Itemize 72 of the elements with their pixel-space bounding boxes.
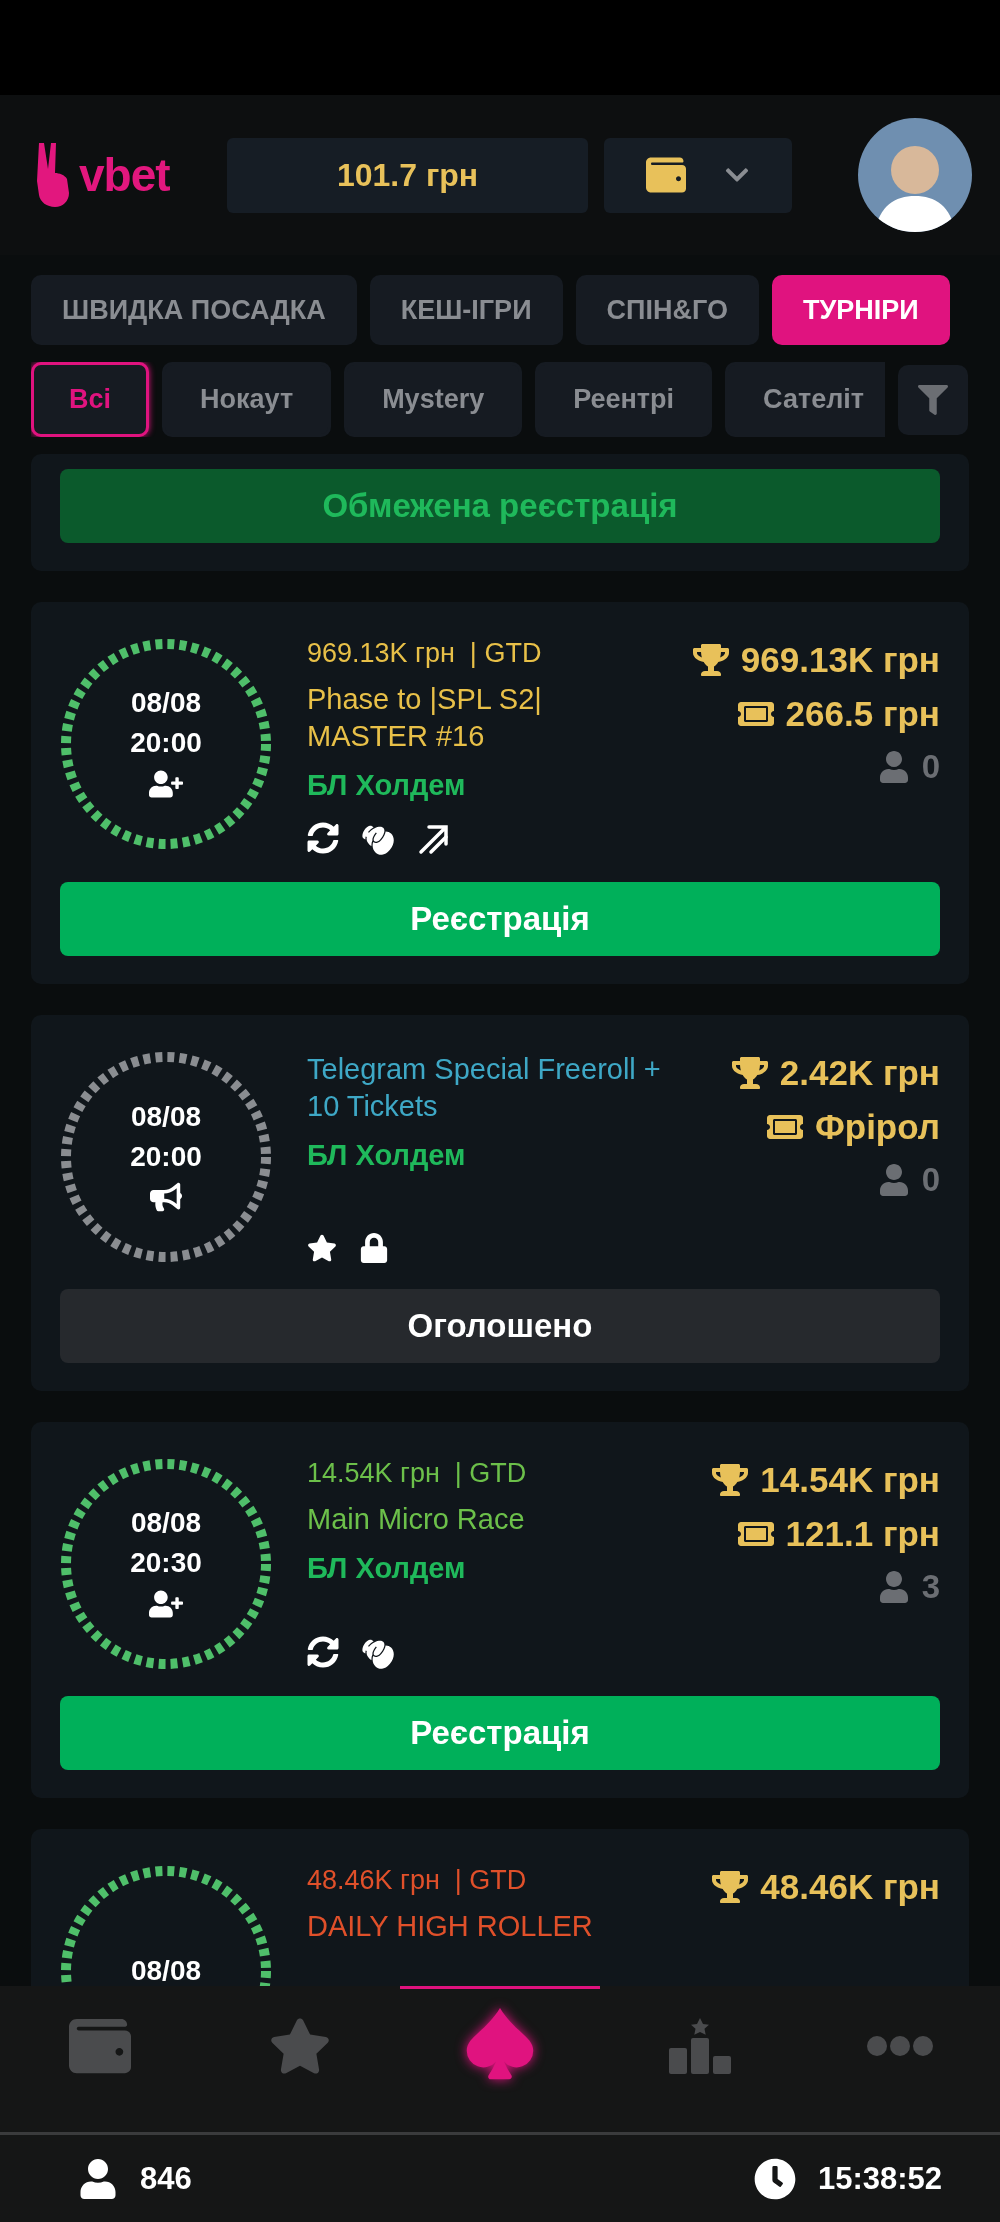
lock-icon bbox=[359, 1233, 389, 1263]
player-count: 3 bbox=[921, 1568, 940, 1606]
tournament-action-button[interactable]: Обмежена реєстрація bbox=[60, 469, 940, 543]
player-count: 0 bbox=[921, 748, 940, 786]
tournament-title: Phase to |SPL S2| MASTER #16 bbox=[307, 682, 543, 754]
logo-text: vbet bbox=[79, 148, 170, 202]
buy-in: Фрірол bbox=[814, 1107, 940, 1147]
tournament-title: Main Micro Race bbox=[307, 1502, 526, 1537]
tournament-action-button[interactable]: Оголошено bbox=[60, 1289, 940, 1363]
tournament-title: DAILY HIGH ROLLER bbox=[307, 1909, 594, 1944]
guarantee-text: 48.46K грн | GTD bbox=[307, 1865, 528, 1896]
game-tab[interactable]: СПІН&ГО bbox=[575, 275, 759, 345]
tournament-date: 08/08 bbox=[130, 1101, 202, 1133]
wallet-dropdown[interactable] bbox=[604, 137, 792, 213]
user-plus-icon bbox=[149, 1587, 183, 1621]
trophy-icon bbox=[692, 642, 729, 678]
user-icon bbox=[877, 1571, 910, 1603]
podium-icon bbox=[669, 2018, 731, 2074]
trophy-icon bbox=[731, 1055, 768, 1091]
guarantee-text: 14.54K грн | GTD bbox=[307, 1458, 528, 1489]
filter-chip[interactable]: Всі bbox=[31, 362, 150, 437]
game-tab[interactable]: ТУРНІРИ bbox=[771, 275, 950, 345]
filter-chip[interactable]: Нокаут bbox=[162, 362, 332, 437]
tournament-action-button[interactable]: Реєстрація bbox=[60, 882, 940, 956]
tournament-card[interactable]: Обмежена реєстрація bbox=[31, 454, 969, 571]
filter-icon bbox=[918, 384, 948, 415]
filter-chip[interactable]: Mystery bbox=[344, 362, 523, 437]
refresh-icon bbox=[307, 822, 339, 854]
buy-in: 266.5 грн bbox=[785, 694, 940, 734]
player-count: 0 bbox=[921, 1161, 940, 1199]
wallet-icon bbox=[646, 155, 686, 195]
clock-icon bbox=[753, 2157, 796, 2200]
tournament-card[interactable]: 08/08 48.46K грн | GTD DAILY HIGH ROLLER 48.46K грн bbox=[31, 1829, 969, 1986]
filter-chip[interactable]: Реентрі bbox=[535, 362, 713, 437]
user-icon bbox=[877, 751, 910, 783]
user-plus-icon bbox=[149, 767, 183, 801]
prize-pool: 48.46K грн bbox=[760, 1867, 940, 1907]
user-icon bbox=[877, 1164, 910, 1196]
prize-pool: 14.54K грн bbox=[760, 1460, 940, 1500]
game-type: БЛ Холдем bbox=[307, 1552, 467, 1585]
game-type: БЛ Холдем bbox=[307, 1139, 467, 1172]
trophy-icon bbox=[712, 1869, 749, 1905]
megaphone-icon bbox=[150, 1181, 182, 1213]
tournament-title: Telegram Special Freeroll + 10 Tickets bbox=[307, 1052, 662, 1124]
refresh-icon bbox=[307, 1636, 339, 1668]
guarantee-text: 969.13K грн | GTD bbox=[307, 638, 543, 669]
arrow-up-right-icon bbox=[417, 822, 451, 856]
tournament-time: 20:30 bbox=[130, 1547, 202, 1579]
game-tab[interactable]: КЕШ-ІГРИ bbox=[369, 275, 563, 345]
clock-time: 15:38:52 bbox=[817, 2160, 942, 2197]
filter-chip[interactable]: Сателіт bbox=[725, 362, 885, 437]
tournament-card[interactable]: 08/08 20:00 Telegram Special Freeroll + 10 Tickets БЛ Холдем 2.42K грн Фрірол 0 Оголошено bbox=[31, 1015, 969, 1391]
balance-display: 101.7 грн bbox=[227, 137, 588, 213]
star-icon bbox=[307, 1233, 337, 1263]
more-icon bbox=[867, 2036, 933, 2056]
tournament-card[interactable]: 08/08 20:00 969.13K грн | GTD Phase to |SPL S2| MASTER #16 БЛ Холдем 969.13K грн 266.5 грн 0 Реєстрація bbox=[31, 602, 969, 984]
filter-button[interactable] bbox=[898, 364, 968, 435]
user-icon bbox=[78, 2158, 118, 2199]
tournament-time: 20:00 bbox=[130, 727, 202, 759]
prize-pool: 2.42K грн bbox=[779, 1053, 940, 1093]
tournament-action-button[interactable]: Реєстрація bbox=[60, 1696, 940, 1770]
game-type: БЛ Холдем bbox=[307, 769, 467, 802]
tournament-time: 20:00 bbox=[130, 1141, 202, 1173]
trophy-icon bbox=[712, 1462, 749, 1498]
online-count: 846 bbox=[140, 2160, 192, 2197]
tournament-date: 08/08 bbox=[130, 687, 202, 719]
game-tab[interactable]: ШВИДКА ПОСАДКА bbox=[31, 275, 357, 345]
tournament-card[interactable]: 08/08 20:30 14.54K грн | GTD Main Micro Race БЛ Холдем 14.54K грн 121.1 грн 3 Реєстрація bbox=[31, 1422, 969, 1798]
prize-pool: 969.13K грн bbox=[740, 640, 940, 680]
tournament-date: 08/08 bbox=[130, 1955, 202, 1986]
buy-in: 121.1 грн bbox=[785, 1514, 940, 1554]
tournament-date: 08/08 bbox=[130, 1507, 202, 1539]
